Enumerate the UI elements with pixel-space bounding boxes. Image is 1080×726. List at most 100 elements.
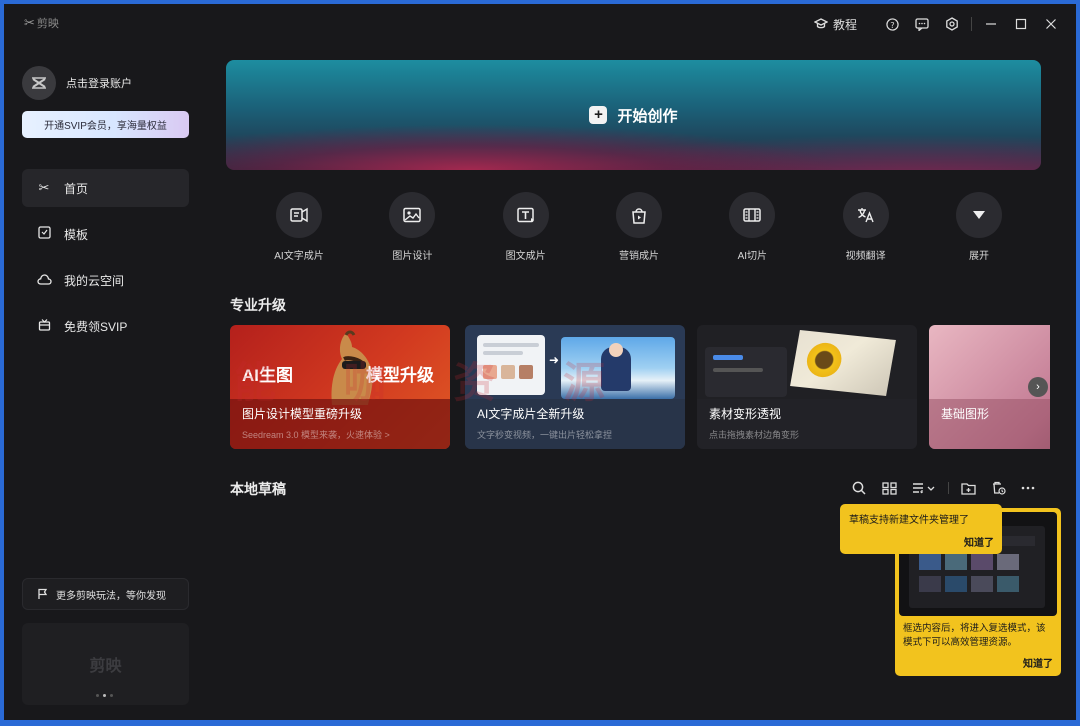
- sort-button[interactable]: [904, 476, 944, 500]
- settings-button[interactable]: [937, 14, 967, 34]
- card-title: 素材变形透视: [709, 407, 782, 421]
- tool-video-translate[interactable]: 视频翻译: [821, 192, 911, 262]
- tool-label: 图文成片: [505, 251, 546, 262]
- more-icon: [1021, 486, 1035, 490]
- pagination-dot[interactable]: [110, 694, 113, 697]
- sidebar-item-label: 模板: [64, 227, 89, 242]
- tutorial-label: 教程: [832, 17, 857, 32]
- tool-icon-button[interactable]: [615, 192, 662, 238]
- tool-label: 展开: [968, 251, 989, 262]
- card-subtitle: 点击拖拽素材边角变形: [709, 430, 800, 440]
- scissors-icon: ✂: [38, 180, 50, 195]
- ai-text-video-icon: [290, 207, 308, 223]
- pagination-dot[interactable]: [96, 694, 99, 697]
- sidebar: 点击登录账户 开通SVIP会员，享海量权益 ✂ 首页 模板 我的云空间 免费领S…: [4, 44, 204, 720]
- sidebar-item-label: 首页: [64, 181, 89, 196]
- tool-label: 视频翻译: [845, 251, 886, 262]
- folder-tip-text: 草稿支持新建文件夹管理了: [849, 515, 969, 526]
- more-button[interactable]: [1013, 476, 1043, 500]
- sidebar-banner[interactable]: 剪映: [22, 623, 189, 705]
- tool-icon-button[interactable]: [276, 192, 322, 238]
- multi-select-tip-ok[interactable]: 知道了: [1023, 655, 1053, 670]
- start-creating-button[interactable]: + 开始创作: [226, 60, 1041, 170]
- pagination-dot-active[interactable]: [103, 694, 106, 697]
- sidebar-item-templates[interactable]: 模板: [22, 215, 189, 253]
- tool-icon-button[interactable]: [729, 192, 776, 238]
- tool-icon-button[interactable]: [502, 192, 549, 238]
- help-button[interactable]: ?: [877, 14, 907, 34]
- maximize-button[interactable]: [1006, 14, 1036, 34]
- card-material-transform[interactable]: 素材变形透视 点击拖拽素材边角变形: [697, 325, 917, 449]
- ai-clip-icon: [743, 208, 762, 222]
- svip-button[interactable]: 开通SVIP会员，享海量权益: [22, 111, 189, 138]
- draft-toolbar: [844, 476, 1043, 500]
- card-subtitle: Seedream 3.0 模型来袭，火速体验 >: [242, 430, 390, 440]
- title-actions: 教程 ?: [813, 14, 1066, 34]
- tool-ai-clip[interactable]: AI切片: [707, 192, 797, 262]
- start-creating-banner[interactable]: + 开始创作: [226, 60, 1041, 170]
- search-button[interactable]: [844, 476, 874, 500]
- grid-view-button[interactable]: [874, 476, 904, 500]
- sidebar-item-home[interactable]: ✂ 首页: [22, 169, 189, 207]
- tool-icon-button[interactable]: [842, 192, 889, 238]
- cloud-delete-icon: [992, 481, 1006, 495]
- tool-text-image-video[interactable]: 图文成片: [481, 192, 571, 262]
- chevron-right-icon: ›: [1036, 381, 1040, 393]
- tool-icon-button[interactable]: [955, 192, 1002, 238]
- sidebar-nav: ✂ 首页 模板 我的云空间 免费领SVIP: [22, 169, 189, 353]
- capcut-avatar-icon: [32, 77, 46, 89]
- sidebar-item-free-svip[interactable]: 免费领SVIP: [22, 307, 189, 345]
- sidebar-item-cloud[interactable]: 我的云空间: [22, 261, 189, 299]
- title-separator: [971, 17, 972, 31]
- card-subtitle: 文字秒变视频，一键出片轻松拿捏: [477, 430, 613, 440]
- new-folder-button[interactable]: [953, 476, 983, 500]
- folder-tip-ok[interactable]: 知道了: [964, 534, 994, 549]
- feedback-icon: [915, 17, 929, 31]
- graduation-cap-icon: [813, 18, 828, 29]
- marketing-video-icon: [632, 208, 646, 224]
- tutorial-button[interactable]: 教程: [813, 16, 857, 33]
- app-name: 剪映: [36, 18, 59, 30]
- banner-pagination: [96, 694, 113, 697]
- watermark: 能 咖 资 源: [234, 359, 634, 406]
- tool-marketing-video[interactable]: 营销成片: [594, 192, 684, 262]
- banner-logo: 剪映: [89, 658, 122, 675]
- more-tips-link[interactable]: 更多剪映玩法，等你发现: [22, 578, 189, 610]
- minimize-button[interactable]: [976, 14, 1006, 34]
- sort-icon: [913, 483, 935, 494]
- cloud-backup-button[interactable]: [983, 476, 1013, 500]
- card-sunflower-image: [790, 329, 896, 397]
- close-icon: [1046, 19, 1056, 29]
- login-label[interactable]: 点击登录账户: [66, 75, 132, 91]
- multi-select-tip-text: 框选内容后，将进入复选模式，该模式下可以高效管理资源。: [903, 623, 1046, 648]
- app-window: ✂ 剪映 教程 ? 点击登录账户 开通SVIP会员，享海量权益 ✂ 首页 模板 …: [4, 4, 1076, 720]
- cloud-icon: [36, 273, 52, 288]
- drafts-title: 本地草稿: [230, 481, 286, 497]
- quick-tools: AI文字成片 图片设计 图文成片 营销成片 AI切片 视频翻译 展开: [254, 192, 1024, 262]
- flag-icon: [38, 588, 48, 599]
- capcut-logo-icon: ✂: [24, 15, 35, 30]
- help-icon: ?: [885, 17, 899, 31]
- avatar[interactable]: [22, 66, 56, 100]
- maximize-icon: [1015, 18, 1027, 30]
- tool-label: AI切片: [737, 251, 768, 262]
- card-caption: 基础图形: [929, 399, 1050, 449]
- title-bar: ✂ 剪映 教程 ?: [4, 4, 1076, 44]
- tool-label: 图片设计: [392, 251, 433, 262]
- gift-icon: [36, 318, 52, 334]
- carousel-next-button[interactable]: ›: [1028, 377, 1048, 397]
- sidebar-item-label: 免费领SVIP: [64, 319, 128, 334]
- tool-expand[interactable]: 展开: [934, 192, 1024, 262]
- tool-icon-button[interactable]: [389, 192, 436, 238]
- tool-ai-text-video[interactable]: AI文字成片: [254, 192, 344, 262]
- app-logo: ✂ 剪映: [24, 15, 59, 31]
- tool-image-design[interactable]: 图片设计: [367, 192, 457, 262]
- sidebar-item-label: 我的云空间: [64, 273, 125, 288]
- close-button[interactable]: [1036, 14, 1066, 34]
- folder-tip: 草稿支持新建文件夹管理了 知道了: [840, 504, 1002, 554]
- text-image-video-icon: [516, 207, 534, 223]
- feedback-button[interactable]: [907, 14, 937, 34]
- login-area[interactable]: 点击登录账户: [22, 66, 132, 100]
- card-title: 基础图形: [941, 407, 990, 421]
- card-mock-toolbar: [705, 347, 787, 397]
